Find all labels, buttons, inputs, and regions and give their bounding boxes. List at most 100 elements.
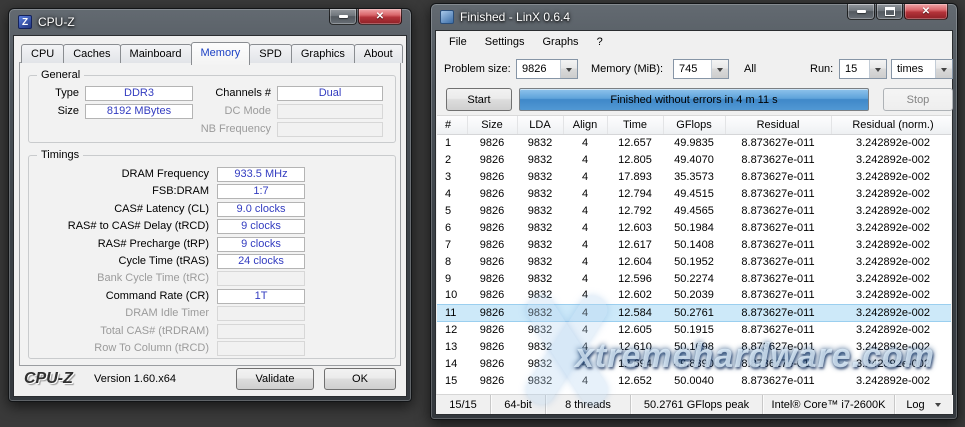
result-cell: 13 [437, 338, 467, 355]
tab-graphics[interactable]: Graphics [291, 44, 355, 63]
column-header-lda[interactable]: LDA [517, 116, 563, 134]
menuitem-help[interactable]: ? [588, 33, 612, 51]
dc-mode-label: DC Mode [191, 104, 271, 119]
ok-button[interactable]: OK [324, 368, 396, 390]
timing-label: Row To Column (tRCD) [33, 341, 209, 356]
result-cell: 9832 [517, 304, 563, 321]
result-cell: 4 [563, 134, 607, 151]
results-header-row: # Size LDA Align Time GFlops Residual Re… [437, 116, 951, 134]
column-header-residual-norm[interactable]: Residual (norm.) [831, 116, 951, 134]
result-row[interactable]: 1298269832412.60550.19158.873627e-0113.2… [437, 321, 951, 338]
result-cell: 8.873627e-011 [725, 134, 831, 151]
result-cell: 4 [563, 168, 607, 185]
linx-minimize-button[interactable] [847, 4, 875, 20]
timing-value-field: 933.5 MHz [217, 167, 305, 182]
linx-titlebar[interactable]: Finished - LinX 0.6.4 ✕ [431, 4, 957, 30]
result-cell: 4 [563, 304, 607, 321]
progress-bar: Finished without errors in 4 m 11 s [519, 88, 869, 111]
status-threads: 8 threads [546, 395, 631, 414]
result-cell: 3.242892e-002 [831, 253, 951, 270]
result-row[interactable]: 398269832417.89335.35738.873627e-0113.24… [437, 168, 951, 185]
menuitem-file[interactable]: File [440, 33, 476, 51]
cpuz-titlebar[interactable]: Z CPU-Z ✕ [9, 9, 411, 35]
validate-button[interactable]: Validate [236, 368, 314, 390]
status-log-button[interactable]: Log [895, 395, 952, 414]
chevron-down-icon [875, 68, 881, 75]
menuitem-graphs[interactable]: Graphs [533, 33, 587, 51]
result-cell: 9 [437, 270, 467, 287]
stop-button[interactable]: Stop [883, 88, 953, 111]
start-button[interactable]: Start [446, 88, 512, 111]
cpuz-minimize-button[interactable] [329, 9, 357, 25]
result-cell: 7 [437, 236, 467, 253]
result-row[interactable]: 598269832412.79249.45658.873627e-0113.24… [437, 202, 951, 219]
result-row[interactable]: 1398269832412.61050.16988.873627e-0113.2… [437, 338, 951, 355]
result-cell: 8.873627e-011 [725, 185, 831, 202]
result-row[interactable]: 898269832412.60450.19528.873627e-0113.24… [437, 253, 951, 270]
status-runs: 15/15 [436, 395, 491, 414]
result-cell: 12.794 [607, 185, 663, 202]
result-cell: 9832 [517, 321, 563, 338]
menuitem-settings[interactable]: Settings [476, 33, 534, 51]
linx-settings-toolbar: Problem size: 9826 Memory (MiB): 745 All… [436, 53, 952, 85]
timing-label: Cycle Time (tRAS) [33, 254, 209, 269]
result-row[interactable]: 1498269832412.69449.83908.873627e-0113.2… [437, 355, 951, 372]
tab-spd[interactable]: SPD [249, 44, 292, 63]
result-row[interactable]: 998269832412.59650.22748.873627e-0113.24… [437, 270, 951, 287]
linx-results-body: 198269832412.65749.98358.873627e-0113.24… [437, 134, 951, 389]
run-count-combo[interactable]: 15 [839, 59, 887, 79]
combo-arrow-button[interactable] [560, 60, 577, 78]
column-header-index[interactable]: # [437, 116, 467, 134]
result-row[interactable]: 1198269832412.58450.27618.873627e-0113.2… [437, 304, 951, 321]
memory-combo[interactable]: 745 [673, 59, 729, 79]
linx-close-button[interactable]: ✕ [904, 4, 948, 20]
result-cell: 8.873627e-011 [725, 219, 831, 236]
result-cell: 9826 [467, 321, 517, 338]
result-cell: 9826 [467, 338, 517, 355]
desktop: { "chrome": { "close_glyph": "✕" }, "ico… [0, 0, 965, 427]
result-cell: 3.242892e-002 [831, 287, 951, 304]
result-cell: 3.242892e-002 [831, 355, 951, 372]
problem-size-label: Problem size: [444, 53, 511, 85]
tab-caches[interactable]: Caches [63, 44, 120, 63]
chevron-down-icon [717, 68, 723, 75]
result-cell: 4 [563, 253, 607, 270]
memory-label: Memory (MiB): [591, 53, 663, 85]
result-row[interactable]: 298269832412.80549.40708.873627e-0113.24… [437, 151, 951, 168]
tab-memory[interactable]: Memory [191, 42, 251, 65]
result-row[interactable]: 1598269832412.65250.00408.873627e-0113.2… [437, 372, 951, 389]
result-row[interactable]: 198269832412.65749.98358.873627e-0113.24… [437, 134, 951, 151]
result-cell: 3.242892e-002 [831, 168, 951, 185]
all-option-label[interactable]: All [744, 53, 756, 85]
timing-label: Bank Cycle Time (tRC) [33, 271, 209, 286]
timings-group-title: Timings [37, 149, 83, 161]
combo-arrow-button[interactable] [711, 60, 728, 78]
column-header-align[interactable]: Align [563, 116, 607, 134]
column-header-gflops[interactable]: GFlops [663, 116, 725, 134]
result-row[interactable]: 1098269832412.60250.20398.873627e-0113.2… [437, 287, 951, 304]
problem-size-combo[interactable]: 9826 [516, 59, 578, 79]
run-label: Run: [810, 53, 833, 85]
result-row[interactable]: 798269832412.61750.14088.873627e-0113.24… [437, 236, 951, 253]
tab-cpu[interactable]: CPU [21, 44, 64, 63]
result-cell: 50.0040 [663, 372, 725, 389]
column-header-size[interactable]: Size [467, 116, 517, 134]
timing-value-field [217, 306, 305, 321]
combo-arrow-button[interactable] [869, 60, 886, 78]
combo-arrow-button[interactable] [935, 60, 952, 78]
result-cell: 6 [437, 219, 467, 236]
result-row[interactable]: 498269832412.79449.45158.873627e-0113.24… [437, 185, 951, 202]
column-header-residual[interactable]: Residual [725, 116, 831, 134]
run-unit-combo[interactable]: times [891, 59, 953, 79]
result-cell: 12.694 [607, 355, 663, 372]
result-row[interactable]: 698269832412.60350.19848.873627e-0113.24… [437, 219, 951, 236]
linx-maximize-button[interactable] [876, 4, 903, 20]
tab-mainboard[interactable]: Mainboard [120, 44, 192, 63]
result-cell: 12.604 [607, 253, 663, 270]
cpuz-close-button[interactable]: ✕ [358, 9, 402, 25]
result-cell: 35.3573 [663, 168, 725, 185]
cpuz-logo-letter: Z [22, 17, 28, 28]
tab-about[interactable]: About [354, 44, 403, 63]
maximize-icon [885, 7, 895, 16]
column-header-time[interactable]: Time [607, 116, 663, 134]
